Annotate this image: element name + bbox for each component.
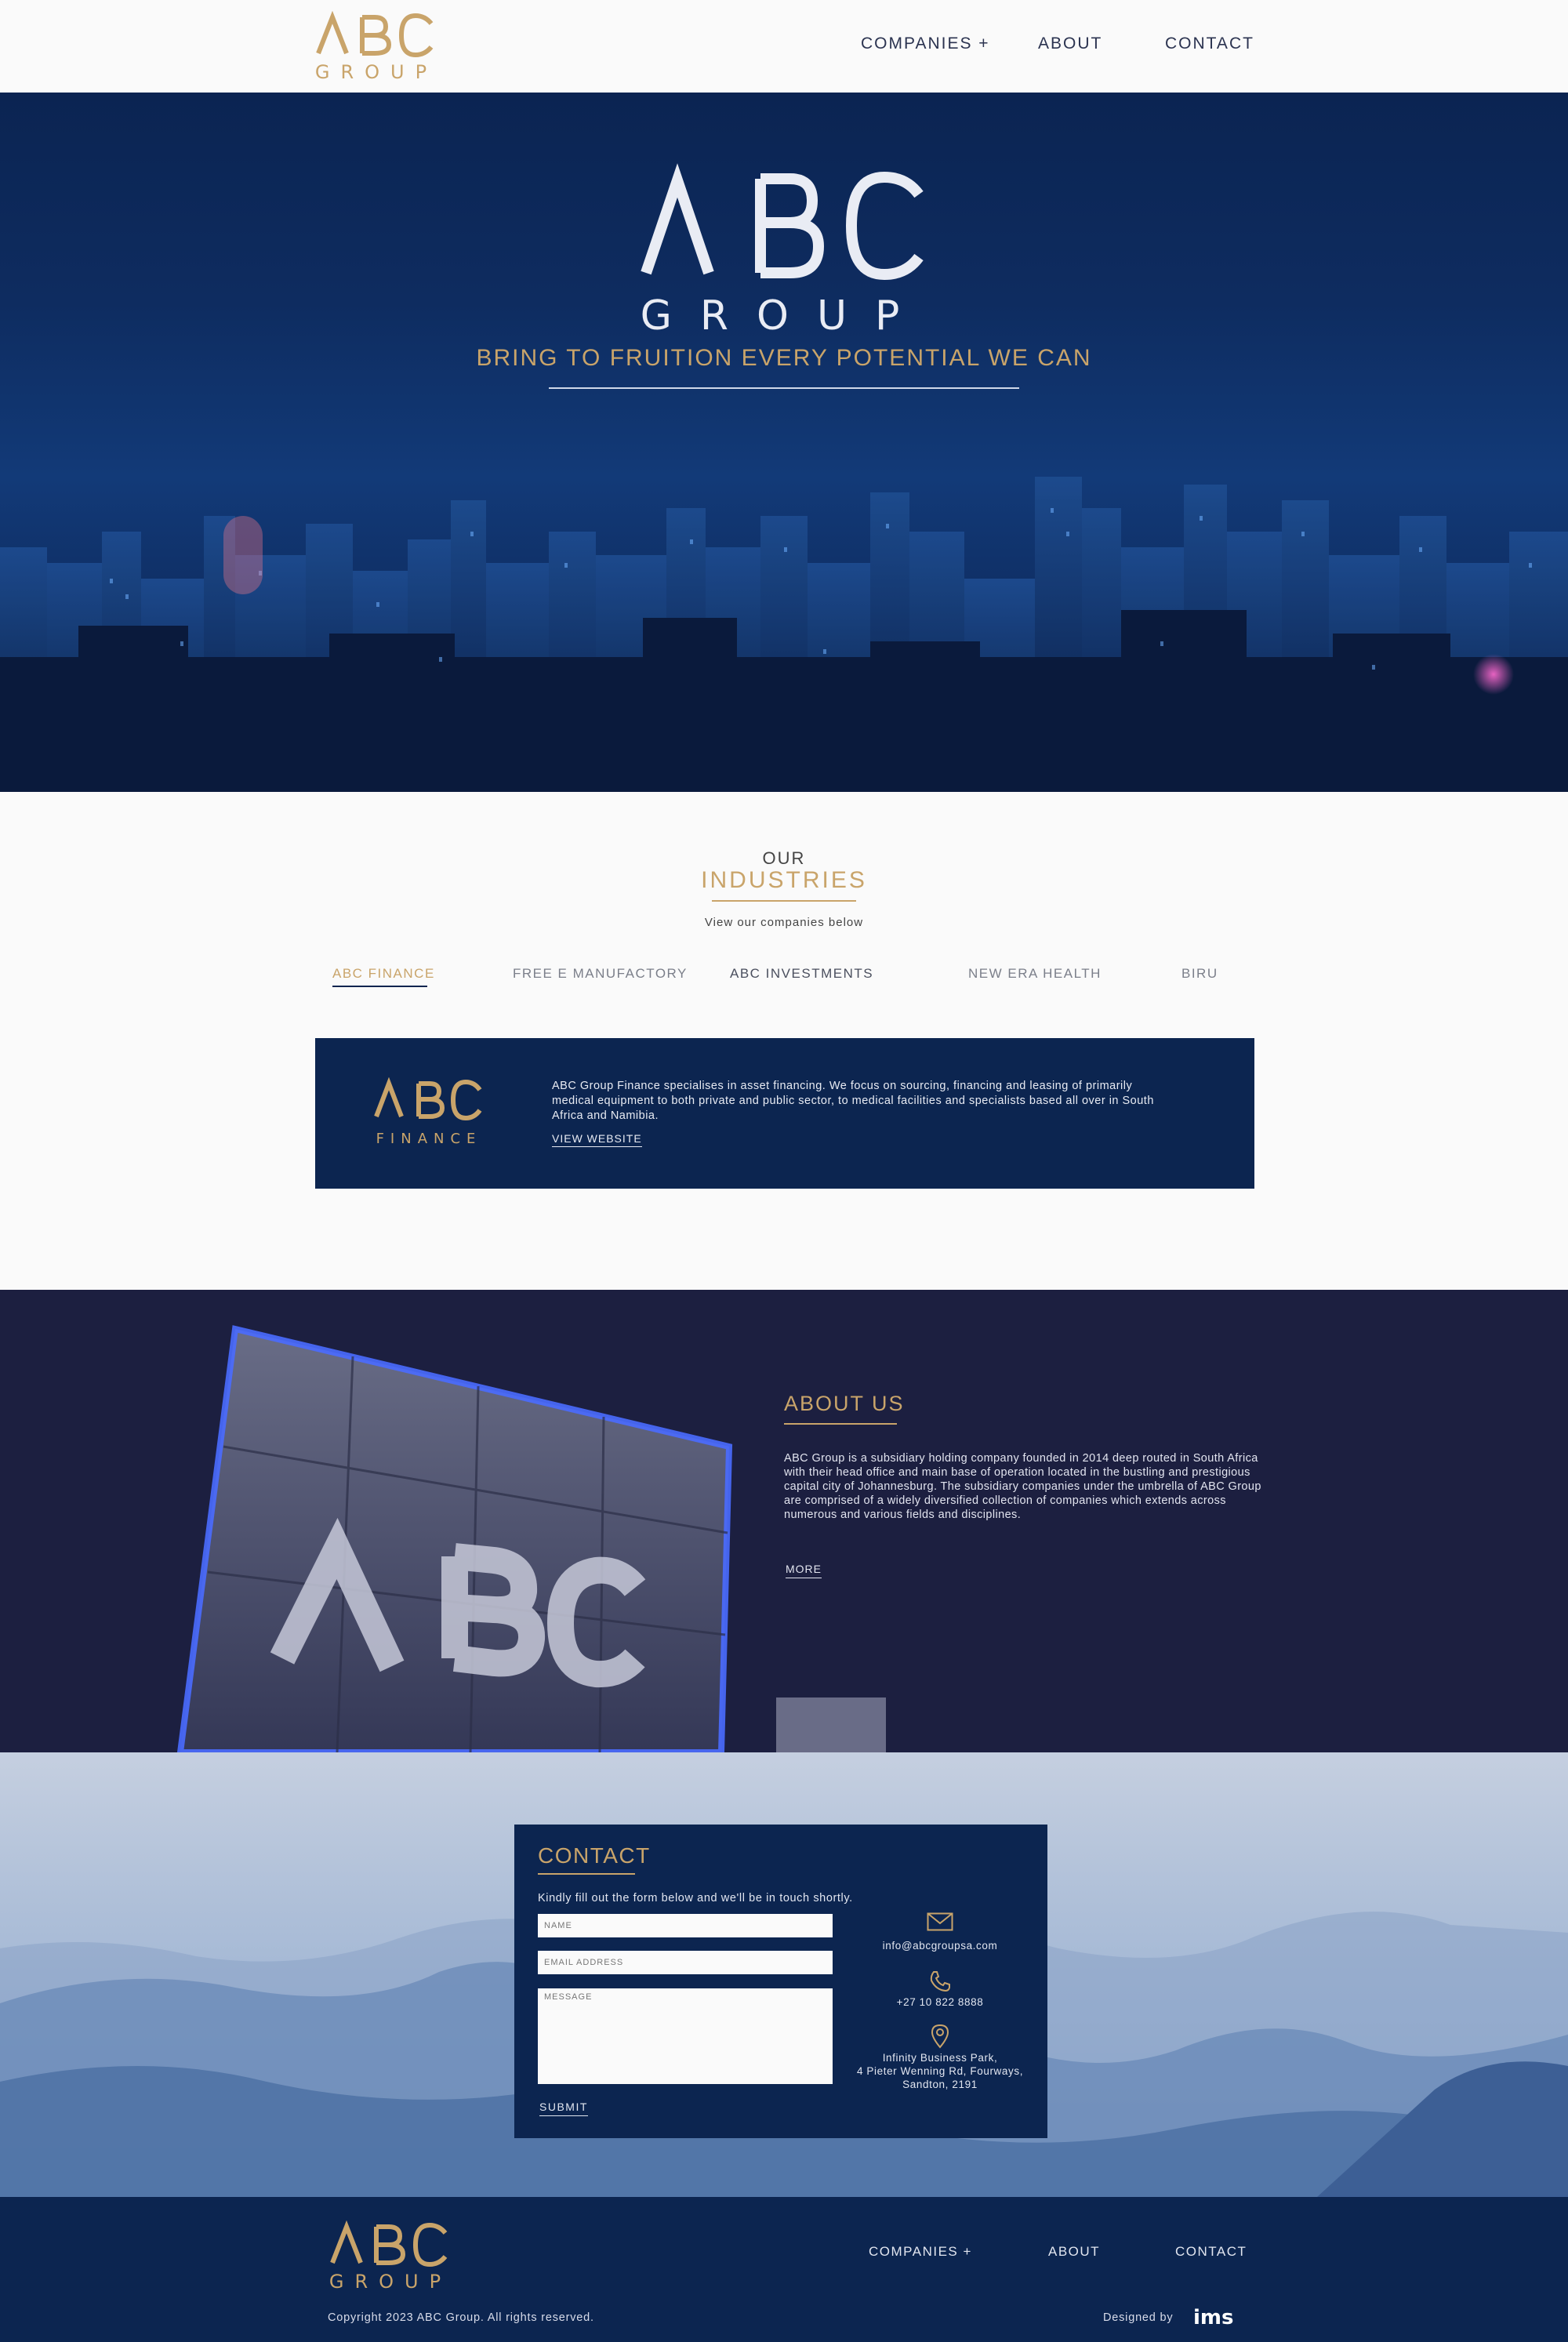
contact-email[interactable]: info@abcgroupsa.com [851, 1939, 1029, 1952]
email-field[interactable] [538, 1951, 833, 1974]
nav-companies[interactable]: COMPANIES + [861, 34, 990, 53]
contact-phone[interactable]: +27 10 822 8888 [851, 1995, 1029, 2009]
contact-title: CONTACT [538, 1843, 651, 1868]
copyright-text: Copyright 2023 ABC Group. All rights res… [328, 2311, 594, 2324]
footer-logo-group-text: GROUP [329, 2271, 452, 2291]
footer-nav-contact[interactable]: CONTACT [1175, 2244, 1247, 2260]
phone-icon [930, 1971, 950, 1992]
hero-abc-group-logo: GROUP [641, 163, 928, 336]
industries-eyebrow: OUR [762, 848, 806, 868]
industries-subtitle: View our companies below [704, 916, 864, 929]
envelope-icon [927, 1912, 953, 1931]
site-footer: GROUP COMPANIES + ABOUT CONTACT Copyrigh… [0, 2197, 1568, 2342]
footer-nav-about[interactable]: ABOUT [1048, 2244, 1100, 2260]
company-card-abc-finance: FINANCE ABC Group Finance specialises in… [315, 1038, 1254, 1189]
tab-abc-finance[interactable]: ABC FINANCE [332, 966, 435, 982]
hero-banner: GROUP BRING TO FRUITION EVERY POTENTIAL … [0, 93, 1568, 792]
header-logo[interactable]: GROUP [314, 11, 439, 82]
contact-intro: Kindly fill out the form below and we'll… [538, 1892, 853, 1904]
view-website-link[interactable]: VIEW WEBSITE [552, 1132, 642, 1147]
contact-form-panel: CONTACT Kindly fill out the form below a… [514, 1825, 1047, 2138]
header-logo-group-text: GROUP [315, 61, 437, 82]
about-section: ABOUT US ABC Group is a subsidiary holdi… [0, 1290, 1568, 1752]
hero-logo-group-text: GROUP [641, 292, 928, 336]
name-field[interactable] [538, 1914, 833, 1937]
address-line-2: 4 Pieter Wenning Rd, Fourways, [856, 2065, 1024, 2077]
map-pin-icon [931, 2024, 949, 2049]
company-description: ABC Group Finance specialises in asset f… [552, 1080, 1154, 1122]
industries-title: INDUSTRIES [701, 867, 867, 893]
designed-by-label: Designed by [1103, 2311, 1174, 2324]
hero-divider [549, 387, 1019, 389]
nav-contact[interactable]: CONTACT [1165, 34, 1254, 53]
industries-title-underline [712, 900, 856, 902]
about-text: ABC Group is a subsidiary holding compan… [784, 1452, 1261, 1521]
address-line-1: Infinity Business Park, [882, 2052, 998, 2064]
footer-nav-companies[interactable]: COMPANIES + [869, 2244, 972, 2260]
abc-finance-logo-text: FINANCE [376, 1131, 482, 1147]
footer-logo[interactable]: GROUP [328, 2220, 453, 2291]
designer-logo-text: ims [1193, 2306, 1233, 2329]
tab-active-underline [332, 986, 427, 987]
site-header: GROUP COMPANIES + ABOUT CONTACT [0, 0, 1568, 93]
about-more-link[interactable]: MORE [786, 1563, 822, 1578]
tab-new-era-health[interactable]: NEW ERA HEALTH [968, 966, 1102, 982]
hero-tagline: BRING TO FRUITION EVERY POTENTIAL WE CAN [476, 345, 1092, 371]
contact-section: CONTACT Kindly fill out the form below a… [0, 1752, 1568, 2197]
designer-ims-logo[interactable]: ims [1193, 2305, 1239, 2329]
tab-free-e-manufactory[interactable]: FREE E MANUFACTORY [513, 966, 688, 982]
tab-abc-investments[interactable]: ABC INVESTMENTS [730, 966, 873, 982]
about-title-underline [784, 1423, 897, 1425]
about-title: ABOUT US [784, 1392, 905, 1415]
abc-finance-logo: FINANCE [374, 1077, 482, 1147]
nav-about[interactable]: ABOUT [1038, 34, 1102, 53]
contact-title-underline [538, 1873, 635, 1875]
submit-button[interactable]: SUBMIT [539, 2101, 588, 2116]
tab-biru[interactable]: BIRU [1181, 966, 1218, 982]
contact-address: Infinity Business Park, 4 Pieter Wenning… [851, 2051, 1029, 2091]
address-line-3: Sandton, 2191 [902, 2079, 978, 2090]
message-field[interactable] [538, 1988, 833, 2084]
